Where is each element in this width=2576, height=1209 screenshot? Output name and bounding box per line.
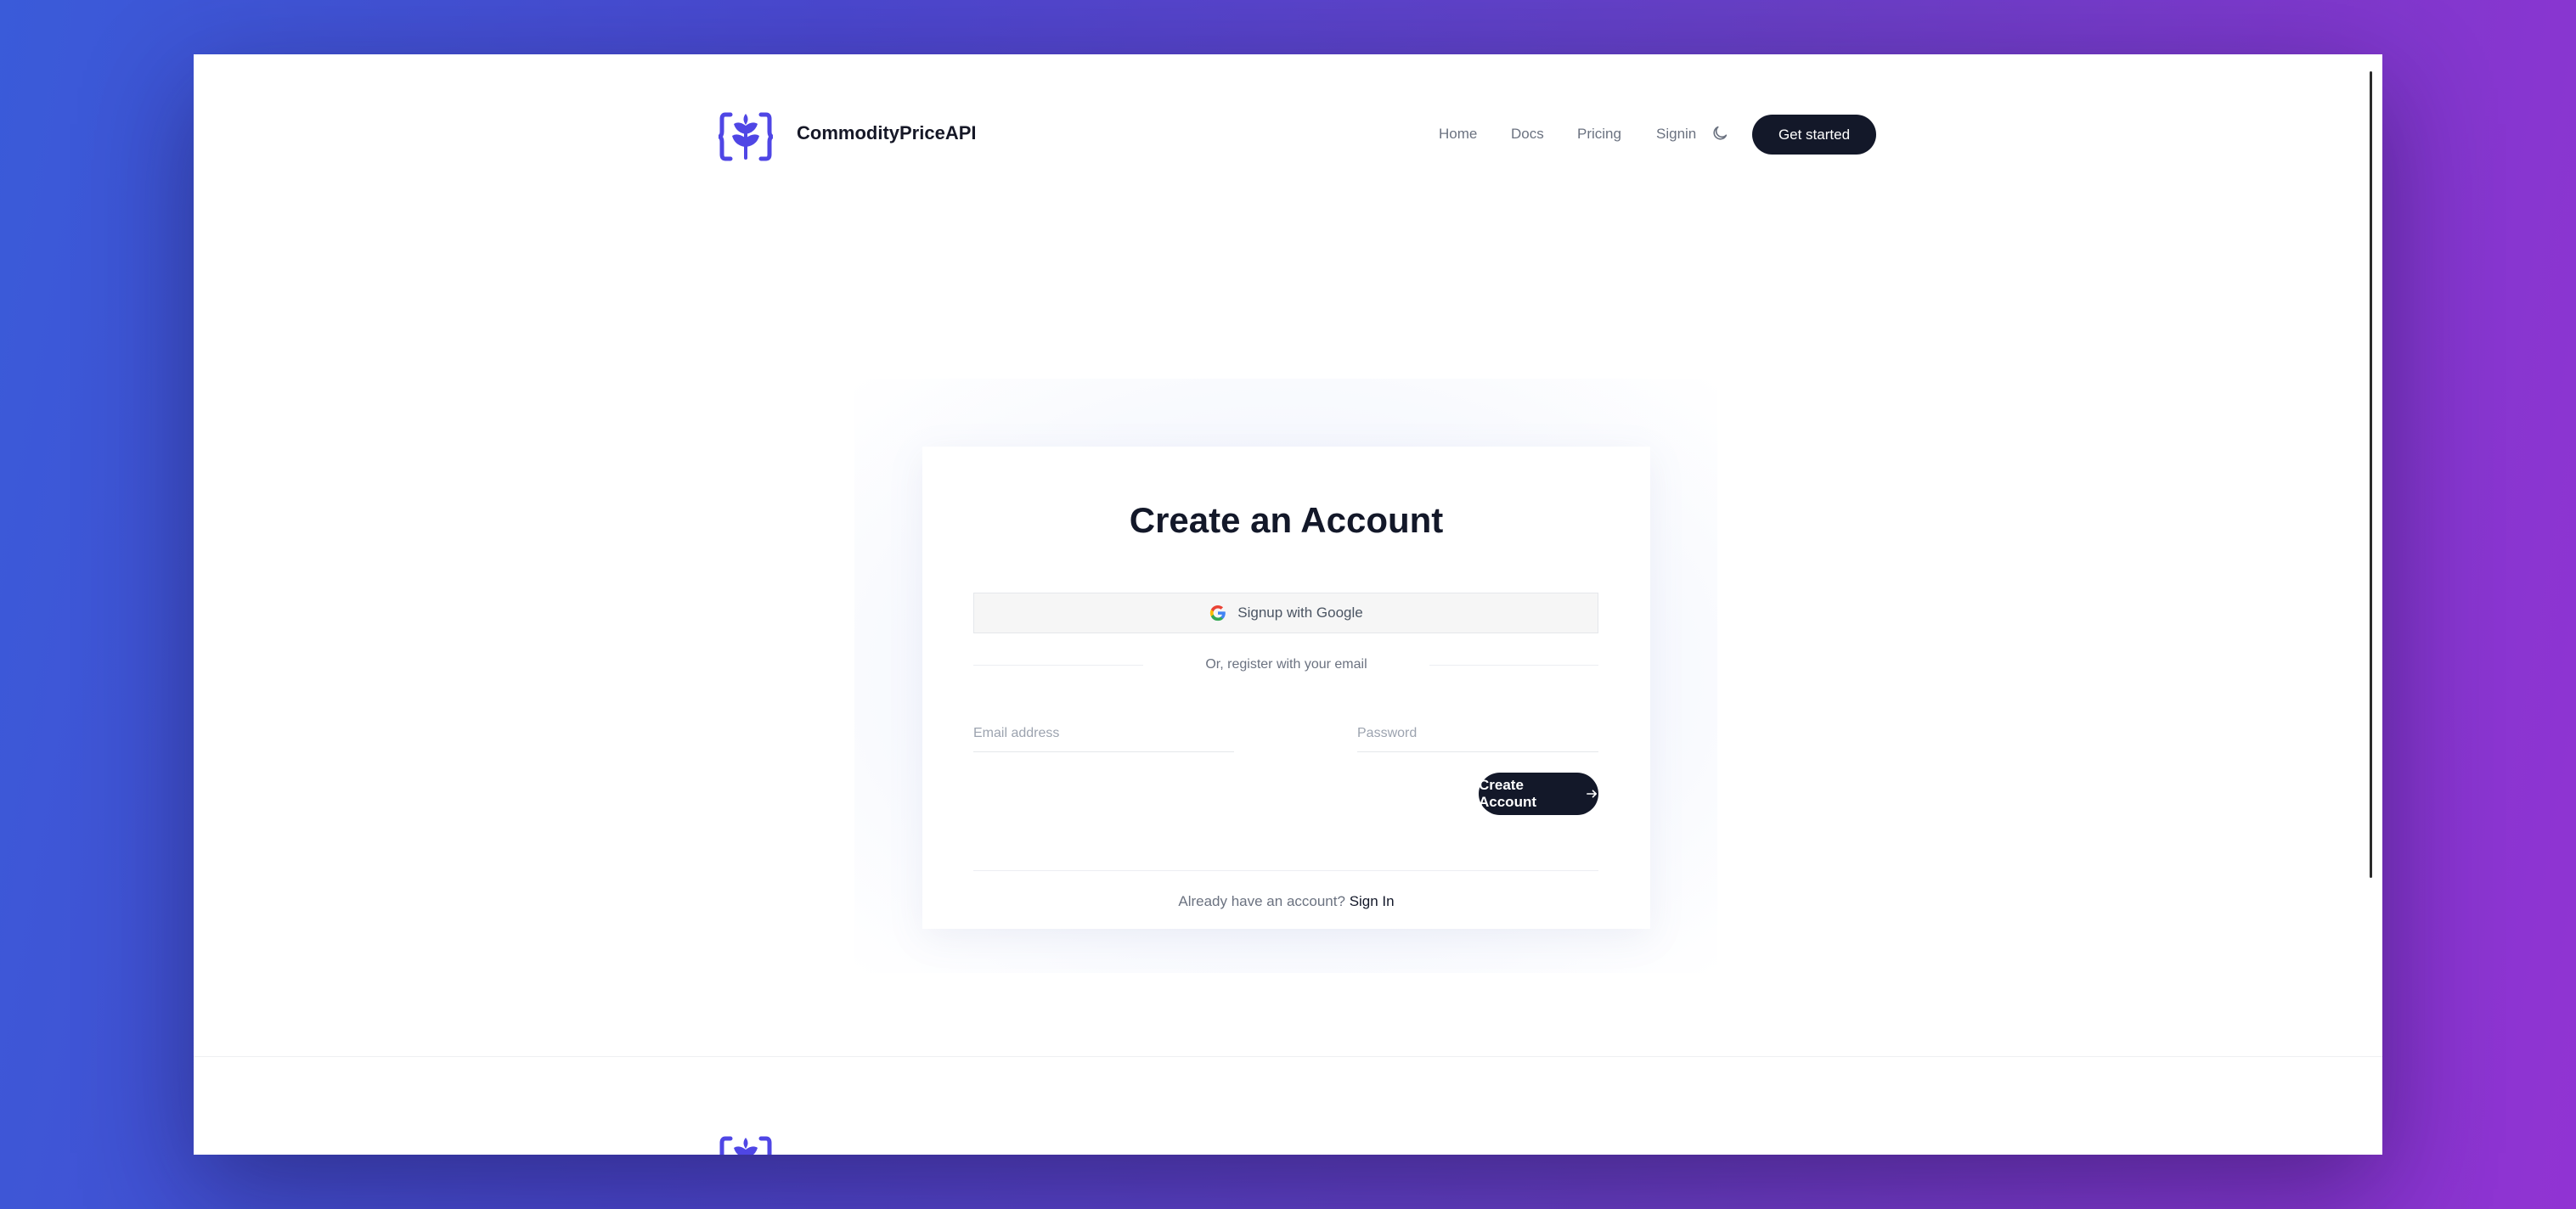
signup-card: Create an Account Signup with Google Or,…: [922, 447, 1650, 929]
arrow-right-icon: [1587, 790, 1597, 798]
google-icon: [1210, 604, 1226, 621]
signin-prompt-row: Already have an account? Sign In: [922, 893, 1650, 910]
footer-divider: [194, 1056, 2382, 1057]
nav-link-signin[interactable]: Signin: [1656, 126, 1696, 143]
divider-line-right: [1429, 665, 1598, 666]
google-signup-label: Signup with Google: [1237, 604, 1363, 621]
nav-link-docs[interactable]: Docs: [1511, 126, 1544, 143]
page-title: Create an Account: [1129, 500, 1444, 540]
nav-link-pricing[interactable]: Pricing: [1577, 126, 1621, 143]
create-account-button[interactable]: Create Account: [1479, 773, 1598, 815]
signin-link[interactable]: Sign In: [1350, 893, 1395, 909]
brand-logo-icon[interactable]: [719, 110, 773, 163]
password-field[interactable]: [1357, 715, 1598, 752]
nav-link-home[interactable]: Home: [1439, 126, 1477, 143]
get-started-button[interactable]: Get started: [1752, 115, 1876, 155]
create-account-label: Create Account: [1479, 777, 1536, 810]
browser-window: CommodityPriceAPI Home Docs Pricing Sign…: [194, 54, 2382, 1155]
footer-logo-icon[interactable]: [719, 1134, 773, 1155]
moon-icon[interactable]: [1711, 124, 1729, 143]
scrollbar[interactable]: [2370, 71, 2372, 878]
card-divider: [973, 870, 1598, 871]
brand-name[interactable]: CommodityPriceAPI: [797, 122, 977, 144]
signin-prompt: Already have an account?: [1178, 893, 1345, 909]
google-signup-button[interactable]: Signup with Google: [973, 593, 1598, 633]
email-field[interactable]: [973, 715, 1234, 752]
